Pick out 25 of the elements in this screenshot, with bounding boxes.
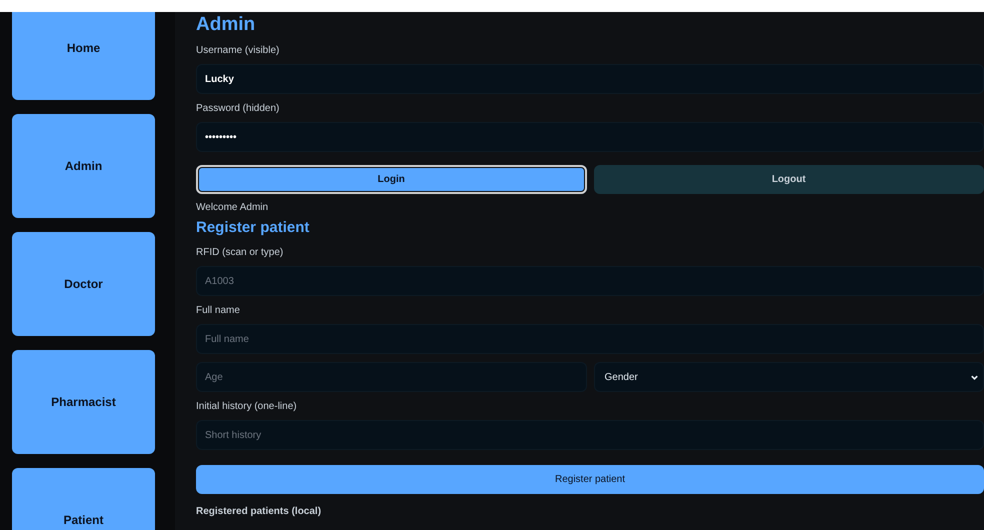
field-label: Password (hidden) <box>196 102 280 115</box>
field-label: Initial history (one-line) <box>196 400 297 413</box>
nav-button[interactable]: Doctor <box>12 232 155 336</box>
section-title: Admin <box>196 14 256 36</box>
logout-button[interactable]: Logout <box>594 165 984 194</box>
input-field[interactable]: Age <box>196 362 586 392</box>
field-label: RFID (scan or type) <box>196 246 284 259</box>
input-field[interactable]: A1003 <box>196 266 984 296</box>
register-button[interactable]: Register patient <box>196 465 984 494</box>
nav-button[interactable]: Patient <box>12 468 155 530</box>
status-text: Welcome Admin <box>196 202 268 213</box>
nav-button[interactable]: Home <box>12 12 155 100</box>
login-button[interactable]: Login <box>196 165 586 194</box>
list-heading: Registered patients (local) <box>196 506 322 517</box>
input-field[interactable]: Lucky <box>196 64 984 94</box>
gender-select[interactable]: Gender <box>594 362 984 392</box>
nav-button[interactable]: Pharmacist <box>12 350 155 454</box>
section-title: Register patient <box>196 218 310 238</box>
input-field[interactable]: Short history <box>196 420 984 450</box>
input-field[interactable]: Full name <box>196 324 984 354</box>
input-field[interactable]: ••••••••• <box>196 122 984 152</box>
field-label: Username (visible) <box>196 44 280 57</box>
nav-button[interactable]: Admin <box>12 114 155 218</box>
field-label: Full name <box>196 304 240 317</box>
chevron-down-icon <box>970 372 979 382</box>
